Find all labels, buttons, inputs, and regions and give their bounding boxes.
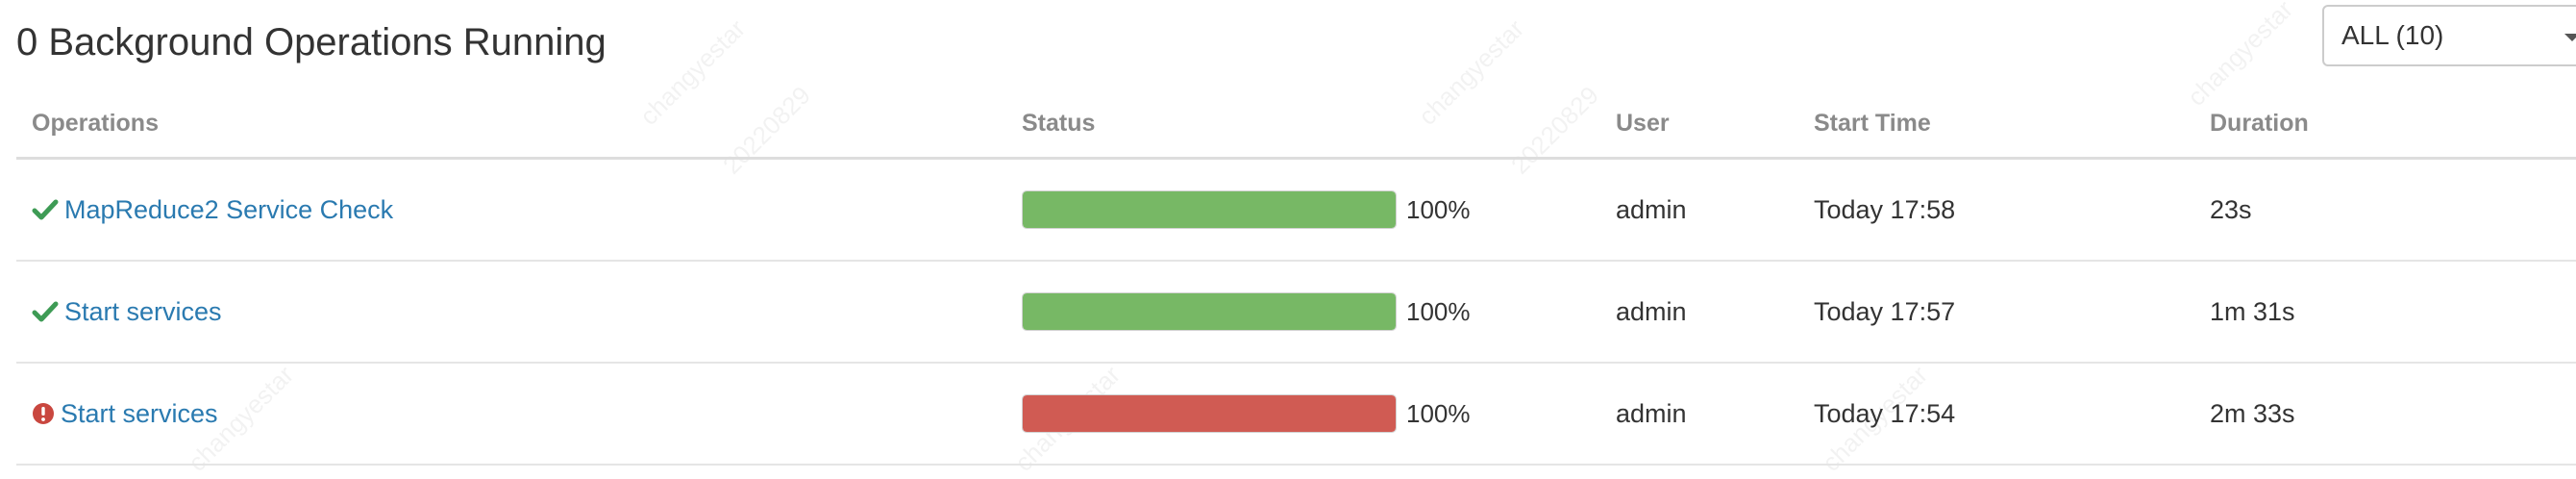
operation-cell: Start services [32, 262, 222, 362]
column-header-status: Status [1022, 110, 1096, 137]
table-row: Start services 100% admin Today 17:57 1m… [16, 262, 2576, 364]
progress-bar [1022, 292, 1397, 331]
duration-cell: 23s [2210, 194, 2252, 224]
user-cell: admin [1616, 398, 1687, 428]
progress-bar [1022, 190, 1397, 229]
background-operations-panel: changyestar 20220829 changyestar 2022082… [0, 0, 2576, 479]
start-time-cell: Today 17:58 [1814, 194, 1956, 224]
operations-filter-select[interactable]: ALL (10) [2322, 5, 2576, 66]
table-row: MapReduce2 Service Check 100% admin Toda… [16, 160, 2576, 262]
progress-bar-fill [1023, 395, 1396, 432]
watermark: changyestar [2181, 0, 2299, 112]
column-header-operations: Operations [32, 110, 159, 137]
status-cell: 100% [1022, 160, 1471, 260]
operation-link[interactable]: Start services [61, 399, 218, 429]
check-icon [32, 196, 59, 223]
duration-cell: 1m 31s [2210, 296, 2295, 326]
progress-percent: 100% [1406, 296, 1471, 326]
operation-link[interactable]: MapReduce2 Service Check [64, 195, 393, 225]
start-time-cell: Today 17:57 [1814, 296, 1956, 326]
progress-percent: 100% [1406, 194, 1471, 224]
user-cell: admin [1616, 296, 1687, 326]
operation-cell: Start services [32, 364, 218, 464]
start-time-cell: Today 17:54 [1814, 398, 1956, 428]
table-header: Operations Status User Start Time Durati… [16, 104, 2576, 160]
filter-selected-value: ALL (10) [2341, 20, 2444, 50]
table-row: Start services 100% admin Today 17:54 2m… [16, 364, 2576, 466]
page-title: 0 Background Operations Running [16, 21, 607, 63]
progress-bar [1022, 394, 1397, 433]
progress-bar-fill [1023, 191, 1396, 228]
chevron-down-icon [2564, 34, 2576, 41]
progress-percent: 100% [1406, 398, 1471, 428]
status-cell: 100% [1022, 364, 1471, 464]
column-header-duration: Duration [2210, 110, 2309, 137]
exclamation-circle-icon [32, 402, 55, 425]
status-cell: 100% [1022, 262, 1471, 362]
operation-link[interactable]: Start services [64, 297, 222, 327]
user-cell: admin [1616, 194, 1687, 224]
operation-cell: MapReduce2 Service Check [32, 160, 393, 260]
check-icon [32, 298, 59, 325]
duration-cell: 2m 33s [2210, 398, 2295, 428]
column-header-user: User [1616, 110, 1670, 137]
column-header-start-time: Start Time [1814, 110, 1931, 137]
progress-bar-fill [1023, 293, 1396, 330]
